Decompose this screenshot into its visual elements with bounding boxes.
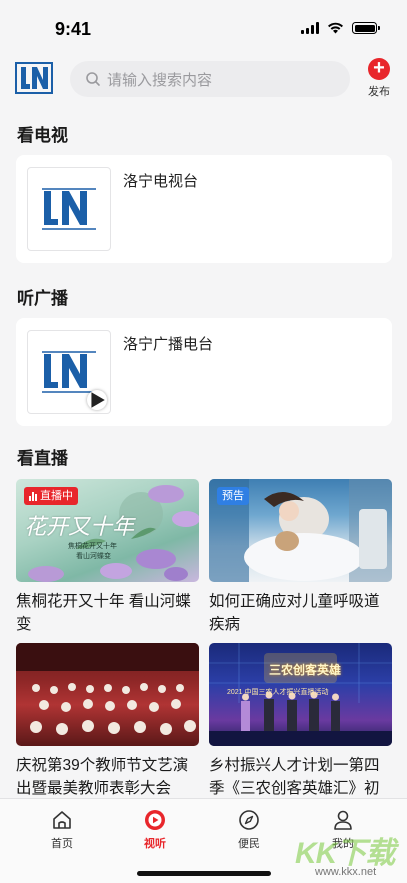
play-icon [87, 390, 107, 410]
live-item[interactable]: 三农创客英雄 2021 中国三农人才振兴直播活动 乡村振兴人才计划一第四季《三农… [209, 643, 392, 800]
tab-home-label: 首页 [51, 838, 73, 850]
home-icon [53, 811, 71, 829]
publish-label: 发布 [368, 86, 390, 98]
live-status-badge: 直播中 [24, 487, 78, 505]
radio-channel-thumbnail [27, 330, 111, 414]
tab-audiovisual[interactable]: 视听 [125, 809, 185, 851]
live-thumbnail: 三农创客英雄 2021 中国三农人才振兴直播活动 [209, 643, 392, 746]
audience-hall-illustration [16, 643, 199, 735]
live-item[interactable]: 庆祝第39个教师节文艺演出暨最美教师表彰大会 [16, 643, 199, 800]
home-indicator [137, 871, 271, 876]
compass-icon [239, 810, 259, 830]
live-thumbnail: 花开又十年 焦桐花开又十年 看山河蝶变 直播中 [16, 479, 199, 582]
radio-channel-card[interactable]: 洛宁广播电台 [16, 318, 392, 426]
cellular-signal-icon [301, 22, 319, 34]
live-badge-label: 直播中 [40, 490, 73, 502]
live-thumbnail [16, 643, 199, 746]
person-icon [334, 810, 352, 830]
status-bar: 9:41 [0, 0, 407, 52]
tab-audiovisual-label: 视听 [144, 838, 166, 850]
live-item-title: 乡村振兴人才计划一第四季《三农创客英雄汇》初 [209, 757, 380, 797]
tab-profile-label: 我的 [332, 838, 354, 850]
live-image-subtitle-2: 看山河蝶变 [76, 553, 111, 560]
tab-services[interactable]: 便民 [219, 809, 279, 851]
publish-button[interactable]: + 发布 [364, 58, 394, 99]
ln-logo-icon [42, 188, 96, 230]
event-image-banner: 2021 中国三农人才振兴直播活动 [227, 689, 329, 696]
status-icons [301, 22, 380, 34]
event-image-title: 三农创客英雄 [269, 663, 342, 677]
section-title-tv: 看电视 [17, 126, 68, 145]
tab-services-label: 便民 [238, 838, 260, 850]
live-image-subtitle-1: 焦桐花开又十年 [68, 543, 117, 550]
live-image-calligraphy: 花开又十年 [24, 515, 135, 540]
tv-channel-card[interactable]: 洛宁电视台 [16, 155, 392, 263]
app-header: 请输入搜索内容 + 发布 [0, 52, 407, 104]
live-item-title: 焦桐花开又十年 看山河蝶变 [16, 593, 191, 633]
search-icon [86, 72, 100, 86]
search-input[interactable]: 请输入搜索内容 [70, 61, 350, 97]
preview-status-badge: 预告 [217, 487, 249, 505]
live-thumbnail: 预告 [209, 479, 392, 582]
wifi-icon [328, 22, 343, 34]
plus-icon: + [368, 58, 390, 80]
live-bars-icon [29, 491, 37, 501]
radio-channel-name: 洛宁广播电台 [123, 336, 214, 353]
live-item[interactable]: 预告 如何正确应对儿童呼吸道疾病 [209, 479, 392, 636]
live-item-title: 如何正确应对儿童呼吸道疾病 [209, 593, 380, 633]
tab-home[interactable]: 首页 [32, 809, 92, 851]
status-time: 9:41 [55, 19, 92, 39]
battery-icon [352, 22, 380, 34]
tv-channel-thumbnail [27, 167, 111, 251]
app-logo-icon [15, 62, 53, 94]
play-circle-icon [145, 810, 165, 830]
live-item[interactable]: 花开又十年 焦桐花开又十年 看山河蝶变 直播中 焦桐花开又十年 看山河蝶变 [16, 479, 199, 636]
section-title-radio: 听广播 [17, 289, 68, 308]
tv-channel-name: 洛宁电视台 [123, 173, 199, 190]
tab-profile[interactable]: 我的 [313, 809, 373, 851]
live-item-title: 庆祝第39个教师节文艺演出暨最美教师表彰大会 [16, 757, 189, 797]
section-title-live: 看直播 [17, 449, 68, 468]
search-placeholder: 请输入搜索内容 [107, 71, 213, 89]
preview-badge-label: 预告 [222, 490, 244, 502]
